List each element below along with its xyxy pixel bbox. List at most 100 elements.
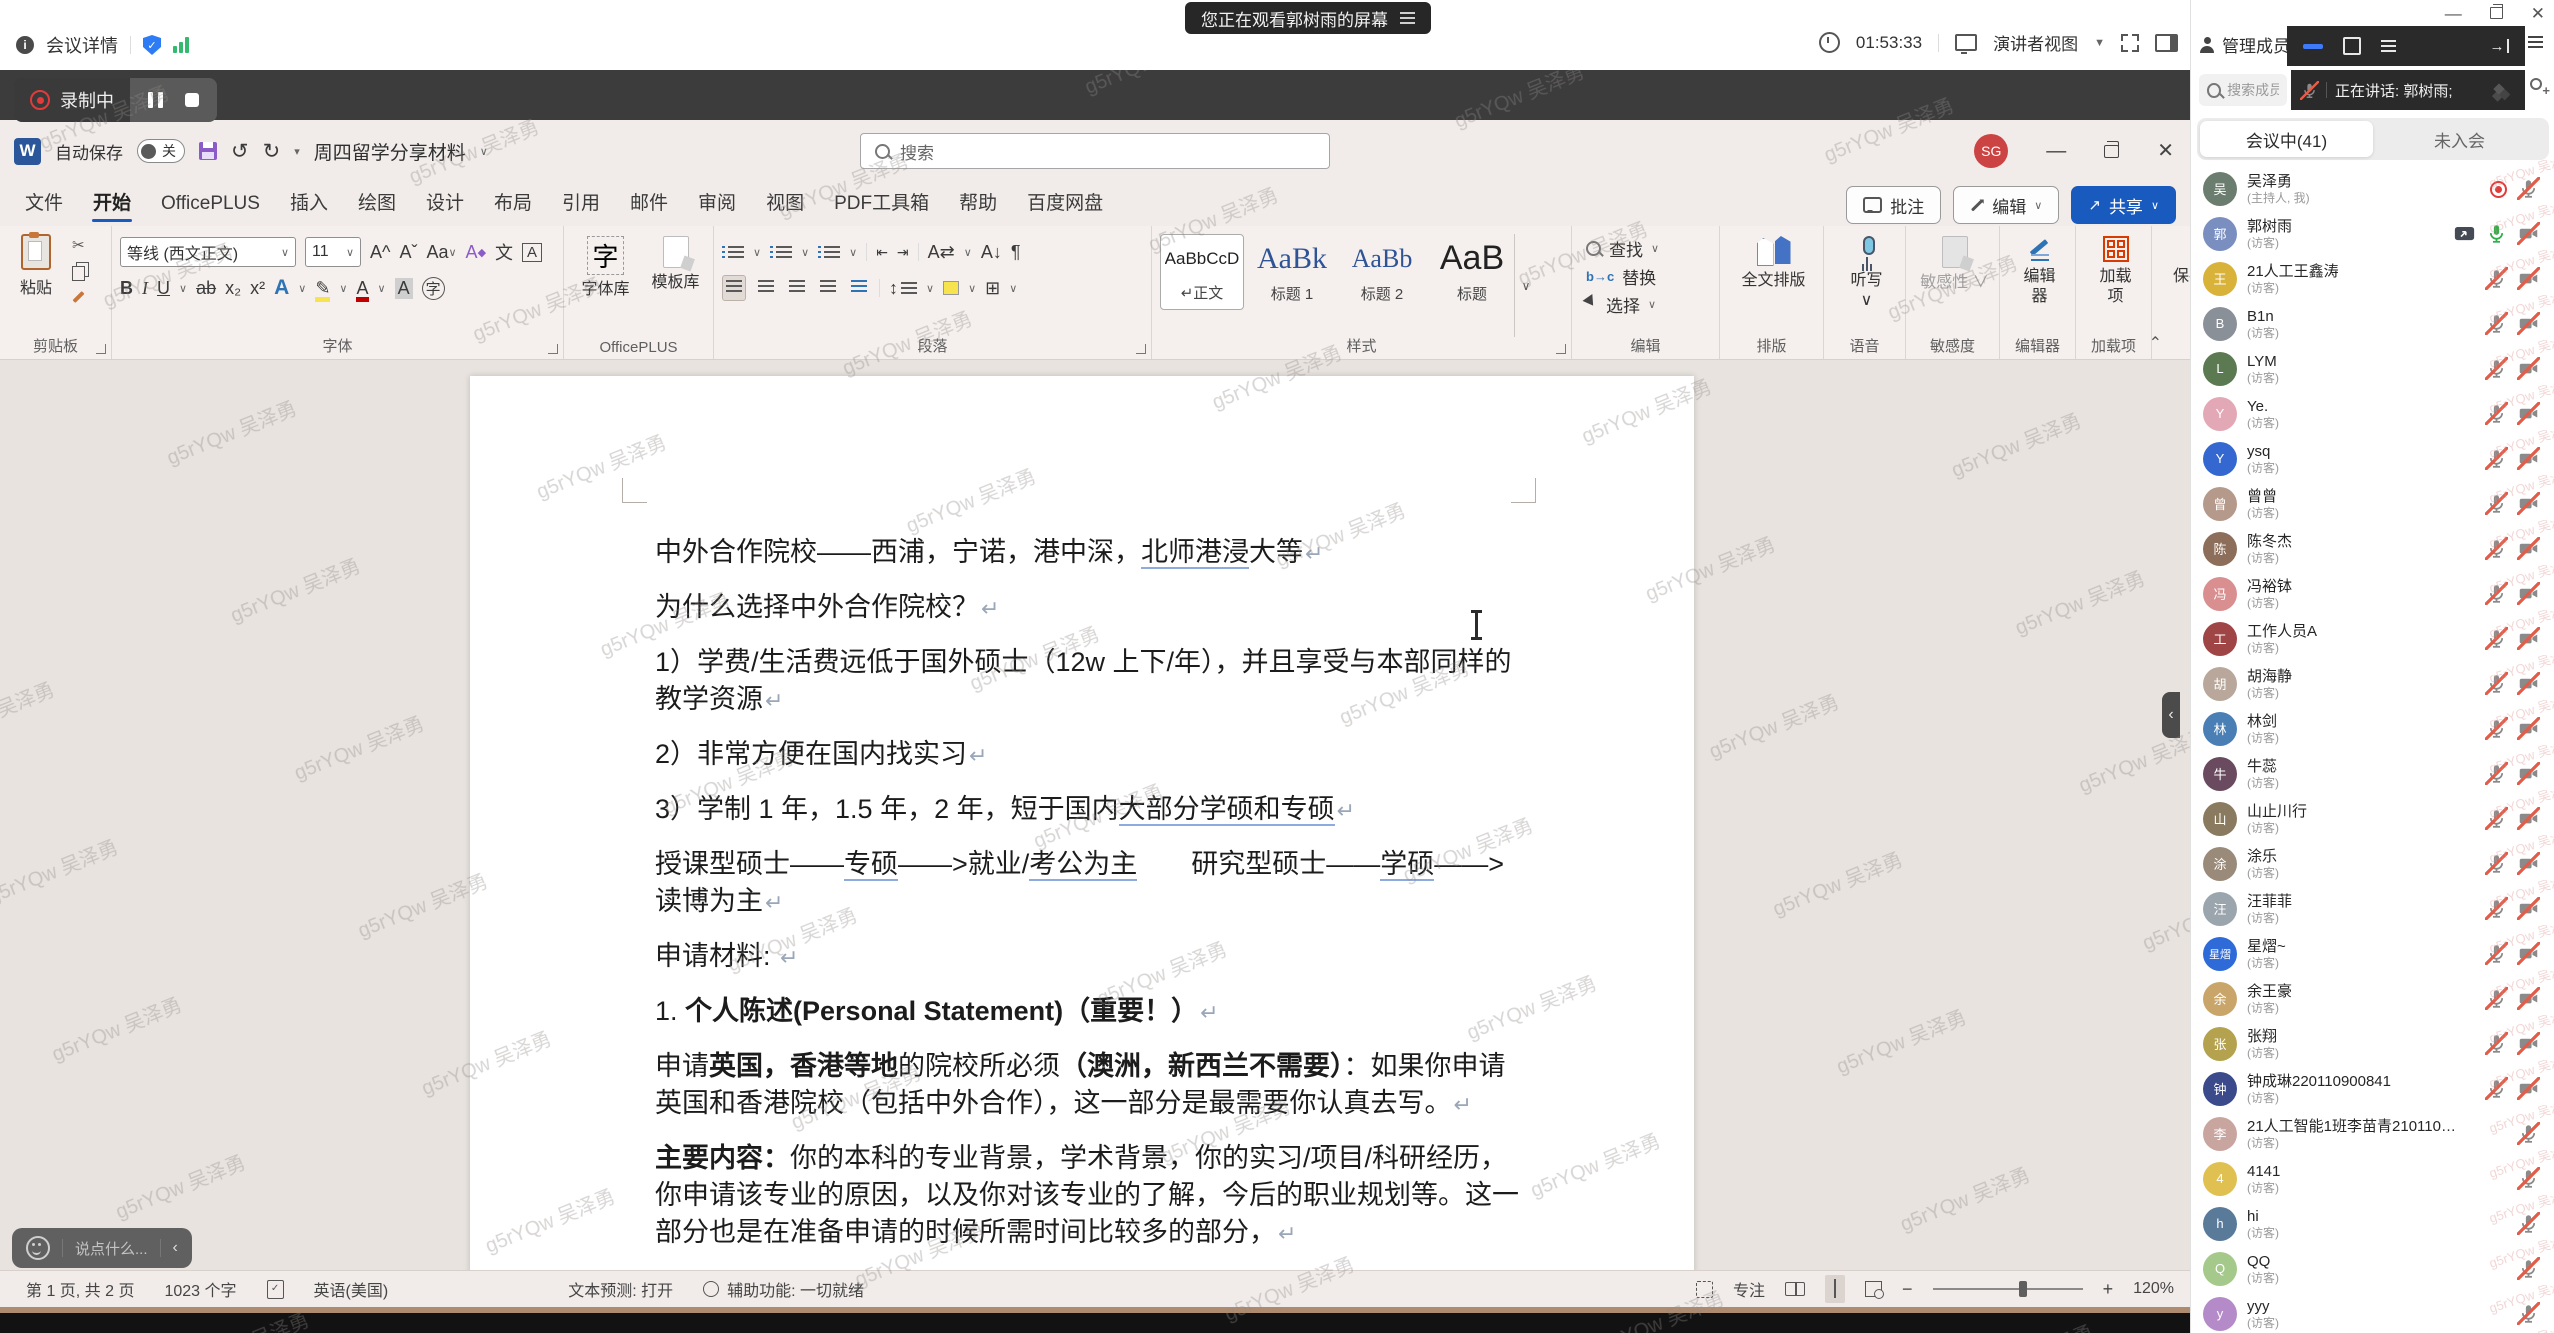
os-minimize-button[interactable]: —	[2445, 5, 2462, 22]
member-row[interactable]: 吴 吴泽勇 (主持人, 我)	[2191, 166, 2554, 211]
font-size-select[interactable]: 11∨	[305, 237, 361, 267]
member-row[interactable]: 工 工作人员A (访客)	[2191, 616, 2554, 661]
character-border-button[interactable]: A	[522, 243, 542, 262]
change-case-button[interactable]: Aa∨	[426, 242, 456, 263]
paragraph-shading-button[interactable]	[943, 281, 959, 295]
member-row[interactable]: 4 4141 (访客)	[2191, 1156, 2554, 1201]
fullscreen-icon[interactable]	[2121, 34, 2139, 52]
member-row[interactable]: B B1n (访客)	[2191, 301, 2554, 346]
view-mode-selector[interactable]: 演讲者视图	[1993, 30, 2078, 55]
grow-font-button[interactable]: A^	[370, 242, 390, 263]
panel-dock-icon[interactable]: →	[2490, 38, 2510, 55]
tab-布局[interactable]: 布局	[479, 184, 547, 224]
accessibility-status[interactable]: 辅助功能: 一切就绪	[727, 1277, 864, 1301]
focus-mode[interactable]: 专注	[1733, 1277, 1765, 1301]
word-count[interactable]: 1023 个字	[164, 1277, 236, 1301]
member-row[interactable]: 山 山止川行 (访客)	[2191, 796, 2554, 841]
meeting-details-button[interactable]: 会议详情	[46, 32, 118, 58]
member-row[interactable]: 钟 钟成琳220110900841 (访客)	[2191, 1066, 2554, 1111]
document-title[interactable]: 周四留学分享材料	[314, 138, 466, 165]
chevron-down-icon[interactable]: ▼	[2094, 37, 2105, 49]
tab-文件[interactable]: 文件	[10, 184, 78, 224]
styles-dialog-launcher[interactable]	[1556, 344, 1566, 354]
member-row[interactable]: 郭 郭树雨 (访客)	[2191, 211, 2554, 256]
character-scaling-button[interactable]: A⇄	[928, 242, 955, 263]
autosave-toggle[interactable]: 关	[137, 139, 185, 163]
increase-indent-button[interactable]: ⇥	[897, 244, 909, 261]
align-left-button[interactable]	[722, 275, 746, 301]
chat-placeholder[interactable]: 说点什么...	[75, 1238, 148, 1259]
collapse-ribbon-button[interactable]: ⌃	[2149, 333, 2162, 353]
align-center-button[interactable]	[755, 276, 777, 300]
doc-paragraph[interactable]: 申请英国，香港等地的院校所必须（澳洲，新西兰不需要）：如果你申请英国和香港院校（…	[655, 1048, 1519, 1123]
bullet-list-button[interactable]	[728, 246, 744, 258]
multilevel-list-button[interactable]	[824, 246, 840, 258]
tab-插入[interactable]: 插入	[275, 184, 343, 224]
panel-minimize-icon[interactable]	[2303, 44, 2323, 49]
doc-paragraph[interactable]: 主要内容：你的本科的专业背景，学术背景，你的实习/项目/科研经历，你申请该专业的…	[655, 1140, 1519, 1252]
zoom-slider-handle[interactable]	[2019, 1281, 2027, 1297]
focus-icon[interactable]	[1696, 1281, 1713, 1298]
network-signal-icon[interactable]	[173, 37, 189, 53]
superscript-button[interactable]: x²	[250, 278, 265, 299]
replace-button[interactable]: b→c替换	[1586, 262, 1715, 290]
panel-layout-icon[interactable]	[2155, 34, 2178, 52]
tab-开始[interactable]: 开始	[78, 184, 146, 224]
tab-绘图[interactable]: 绘图	[343, 184, 411, 224]
member-search-box[interactable]: 搜索成员	[2199, 74, 2287, 106]
doc-paragraph[interactable]: 1. 个人陈述(Personal Statement)（重要！）↵	[655, 993, 1519, 1031]
member-row[interactable]: 李 21人工智能1班李苗青210110900508 (访客)	[2191, 1111, 2554, 1156]
add-member-icon[interactable]	[2527, 78, 2547, 96]
tab-OfficePLUS[interactable]: OfficePLUS	[146, 184, 275, 224]
template-library-button[interactable]: 模板库	[648, 234, 704, 300]
borders-button[interactable]: ⊞	[985, 278, 1000, 299]
style-↵正文[interactable]: AaBbCcD↵正文	[1160, 234, 1244, 310]
proofing-icon[interactable]: ✓	[267, 1280, 284, 1299]
panel-menu-icon[interactable]	[2528, 36, 2543, 48]
doc-paragraph[interactable]: 申请材料: ↵	[655, 938, 1519, 976]
language-indicator[interactable]: 英语(美国)	[314, 1277, 389, 1301]
word-search-box[interactable]: 搜索	[860, 133, 1330, 169]
text-prediction[interactable]: 文本预测: 打开	[568, 1277, 673, 1301]
doc-paragraph[interactable]: 1）学费/生活费远低于国外硕士（12w 上下/年），并且享受与本部同样的教学资源…	[655, 644, 1519, 719]
read-mode-button[interactable]	[1785, 1282, 1805, 1296]
member-row[interactable]: 林 林剑 (访客)	[2191, 706, 2554, 751]
show-formatting-marks-button[interactable]: ¶	[1011, 242, 1021, 263]
member-row[interactable]: 陈 陈冬杰 (访客)	[2191, 526, 2554, 571]
highlight-button[interactable]: ✎	[315, 278, 330, 299]
member-row[interactable]: Q QQ (访客)	[2191, 1246, 2554, 1291]
doc-body[interactable]: 中外合作院校——西浦，宁诺，港中深，北师港浸大等↵为什么选择中外合作院校？↵1）…	[655, 534, 1519, 1270]
select-button[interactable]: 选择∨	[1586, 290, 1715, 318]
collapse-chat-icon[interactable]: ‹	[173, 1239, 178, 1257]
sort-button[interactable]: A↓	[981, 242, 1002, 263]
doc-paragraph[interactable]: 3）学制 1 年，1.5 年，2 年，短于国内大部分学硕和专硕↵	[655, 791, 1519, 829]
manage-members-header[interactable]: 管理成员	[2199, 32, 2290, 57]
member-row[interactable]: 冯 冯裕钵 (访客)	[2191, 571, 2554, 616]
font-name-select[interactable]: 等线 (西文正文)∨	[120, 237, 296, 267]
member-row[interactable]: 牛 牛蕊 (访客)	[2191, 751, 2554, 796]
cut-button[interactable]: ✂	[72, 236, 85, 254]
word-close-button[interactable]: ✕	[2157, 141, 2174, 161]
shading-button[interactable]: A	[395, 278, 413, 299]
tab-视图[interactable]: 视图	[751, 184, 819, 224]
member-row[interactable]: L LYM (访客)	[2191, 346, 2554, 391]
paste-button[interactable]: 粘贴	[8, 234, 64, 299]
os-restore-button[interactable]	[2490, 7, 2503, 19]
panel-maximize-icon[interactable]	[2343, 37, 2361, 55]
font-color-button[interactable]: A	[356, 278, 368, 299]
member-row[interactable]: 涂 涂乐 (访客)	[2191, 841, 2554, 886]
save-icon[interactable]	[199, 142, 217, 160]
member-row[interactable]: Y Ye. (访客)	[2191, 391, 2554, 436]
member-row[interactable]: 曾 曾曾 (访客)	[2191, 481, 2554, 526]
zoom-out-button[interactable]: −	[1902, 1279, 1913, 1300]
italic-button[interactable]: I	[142, 278, 148, 299]
copy-button[interactable]	[72, 266, 85, 281]
distribute-button[interactable]	[848, 276, 870, 300]
shrink-font-button[interactable]: Aˇ	[399, 242, 417, 263]
member-row[interactable]: 汪 汪菲菲 (访客)	[2191, 886, 2554, 931]
strikethrough-button[interactable]: ab	[196, 278, 216, 299]
print-layout-button[interactable]	[1825, 1275, 1845, 1303]
web-layout-button[interactable]	[1865, 1281, 1882, 1297]
member-row[interactable]: h hi (访客)	[2191, 1201, 2554, 1246]
justify-button[interactable]	[817, 276, 839, 300]
